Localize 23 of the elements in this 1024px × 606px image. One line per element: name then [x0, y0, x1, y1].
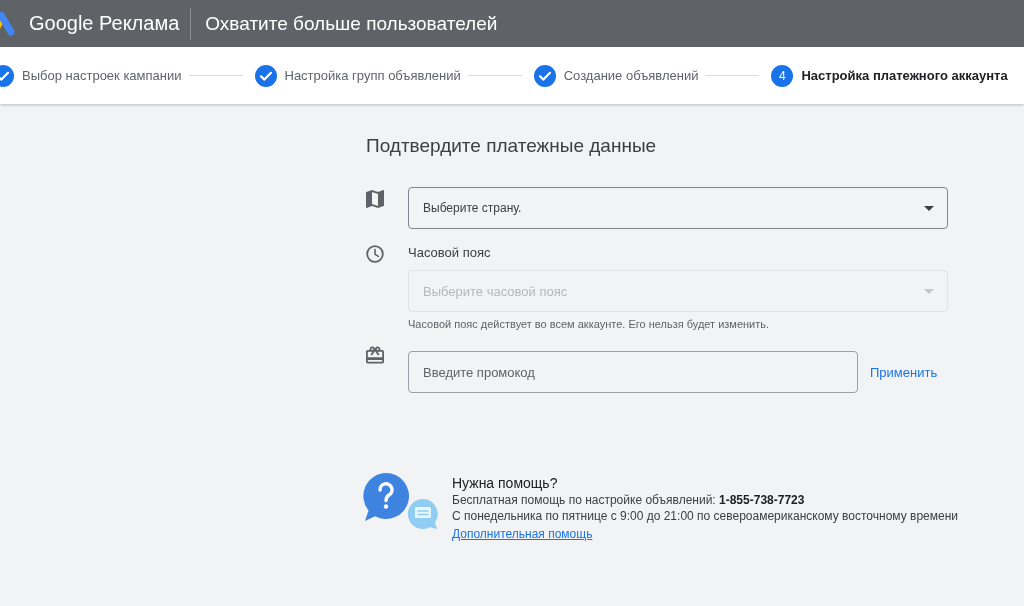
section-title: Подтвердите платежные данные: [366, 134, 658, 158]
step-label[interactable]: Настройка групп объявлений: [284, 68, 461, 83]
clock-icon: [366, 245, 384, 263]
timezone-hint: Часовой пояс действует во всем аккаунте. Его нельзя будет изменить.: [408, 317, 771, 331]
help-phone-text: Бесплатная помощь по настройке объявлений: 1-855-738-7723: [452, 492, 806, 508]
country-select[interactable]: Выберите страну.: [408, 187, 948, 229]
brand-name: Google Реклама: [29, 12, 180, 35]
caret-icon: [924, 205, 934, 211]
step-label[interactable]: Создание объявлений: [563, 68, 699, 83]
page-title: Охватите больше пользователей: [205, 12, 498, 35]
help-chat-icon: [362, 473, 438, 529]
map-icon: [366, 190, 384, 208]
step-label[interactable]: Выбор настроек кампании: [22, 68, 182, 83]
step-label[interactable]: Настройка платежного аккаунта: [801, 68, 1008, 83]
step-number: 4: [771, 64, 794, 87]
gift-icon: [366, 346, 384, 364]
caret-icon: [924, 288, 934, 294]
apply-button[interactable]: Применить: [870, 360, 938, 384]
timezone-label: Часовой пояс: [408, 245, 492, 261]
promo-code-field[interactable]: Введите промокод: [408, 351, 858, 393]
more-help-link[interactable]: Дополнительная помощь: [452, 526, 593, 542]
help-title: Нужна помощь?: [452, 475, 559, 491]
help-hours-text: С понедельника по пятнице с 9:00 до 21:00 по североамериканскому восточному времени: [452, 508, 958, 524]
